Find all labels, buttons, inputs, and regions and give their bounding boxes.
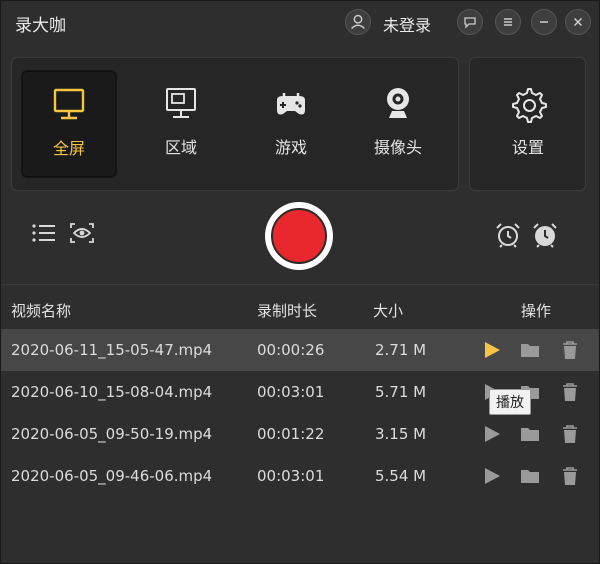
mode-panel: 全屏 区域 游戏 摄像头 xyxy=(11,57,459,191)
app-window: 录大咖 未登录 全屏 区域 游戏 摄像头 设置 视频名称 录制时长 大小 操作 … xyxy=(0,0,600,564)
folder-icon[interactable] xyxy=(519,465,541,487)
duration: 00:01:22 xyxy=(257,425,325,443)
list-icon[interactable] xyxy=(31,222,57,244)
table-row[interactable]: 2020-06-05_09-46-06.mp4 00:03:01 5.54 M xyxy=(1,455,599,497)
settings-label: 设置 xyxy=(511,138,544,157)
play-tooltip: 播放 xyxy=(489,389,531,415)
record-dot-icon xyxy=(271,208,327,264)
settings-panel: 设置 xyxy=(469,57,586,191)
trash-icon[interactable] xyxy=(559,381,581,403)
header-actions: 操作 xyxy=(521,302,552,320)
login-status[interactable]: 未登录 xyxy=(383,12,431,36)
mode-label: 区域 xyxy=(164,138,197,157)
alarm-clock-filled-icon[interactable] xyxy=(531,221,559,249)
folder-icon[interactable] xyxy=(519,339,541,361)
file-name: 2020-06-05_09-46-06.mp4 xyxy=(11,467,213,485)
file-name: 2020-06-05_09-50-19.mp4 xyxy=(11,425,213,443)
preview-eye-icon[interactable] xyxy=(69,222,95,244)
webcam-icon xyxy=(387,88,409,118)
user-avatar-icon[interactable] xyxy=(345,9,371,35)
gear-icon xyxy=(512,88,547,123)
gamepad-icon xyxy=(277,93,305,115)
duration: 00:03:01 xyxy=(257,467,325,485)
menu-icon[interactable] xyxy=(495,9,521,35)
mode-label: 摄像头 xyxy=(373,138,422,157)
header-duration: 录制时长 xyxy=(257,302,318,320)
record-button[interactable] xyxy=(265,202,333,270)
header-size: 大小 xyxy=(373,302,404,320)
app-title: 录大咖 xyxy=(15,16,66,36)
file-size: 2.71 M xyxy=(375,341,427,359)
table-row[interactable]: 2020-06-05_09-50-19.mp4 00:01:22 3.15 M xyxy=(1,413,599,455)
play-icon[interactable] xyxy=(481,423,503,445)
file-size: 3.15 M xyxy=(375,425,427,443)
region-monitor-icon xyxy=(166,88,196,118)
duration: 00:00:26 xyxy=(257,341,325,359)
play-icon[interactable] xyxy=(481,465,503,487)
file-size: 5.54 M xyxy=(375,467,427,485)
file-name: 2020-06-10_15-08-04.mp4 xyxy=(11,383,213,401)
file-size: 5.71 M xyxy=(375,383,427,401)
title-bar: 录大咖 未登录 xyxy=(1,1,599,43)
file-name: 2020-06-11_15-05-47.mp4 xyxy=(11,341,213,359)
play-icon[interactable] xyxy=(481,339,503,361)
mode-label: 全屏 xyxy=(52,139,85,158)
mode-game-button[interactable]: 游戏 xyxy=(243,70,339,178)
mode-label: 游戏 xyxy=(274,138,307,157)
trash-icon[interactable] xyxy=(559,465,581,487)
mode-webcam-button[interactable]: 摄像头 xyxy=(350,70,446,178)
minimize-icon[interactable] xyxy=(531,9,557,35)
trash-icon[interactable] xyxy=(559,339,581,361)
close-icon[interactable] xyxy=(565,9,591,35)
duration: 00:03:01 xyxy=(257,383,325,401)
chat-bubble-icon[interactable] xyxy=(457,9,483,35)
monitor-icon xyxy=(53,88,85,120)
table-header: 视频名称 录制时长 大小 操作 xyxy=(1,284,599,329)
table-row[interactable]: 2020-06-11_15-05-47.mp4 00:00:26 2.71 M xyxy=(1,329,599,371)
header-name: 视频名称 xyxy=(11,302,72,320)
trash-icon[interactable] xyxy=(559,423,581,445)
settings-button[interactable]: 设置 xyxy=(480,70,576,178)
alarm-clock-outline-icon[interactable] xyxy=(494,221,522,249)
mode-fullscreen-button[interactable]: 全屏 xyxy=(21,70,117,178)
folder-icon[interactable] xyxy=(519,423,541,445)
mode-region-button[interactable]: 区域 xyxy=(133,70,229,178)
